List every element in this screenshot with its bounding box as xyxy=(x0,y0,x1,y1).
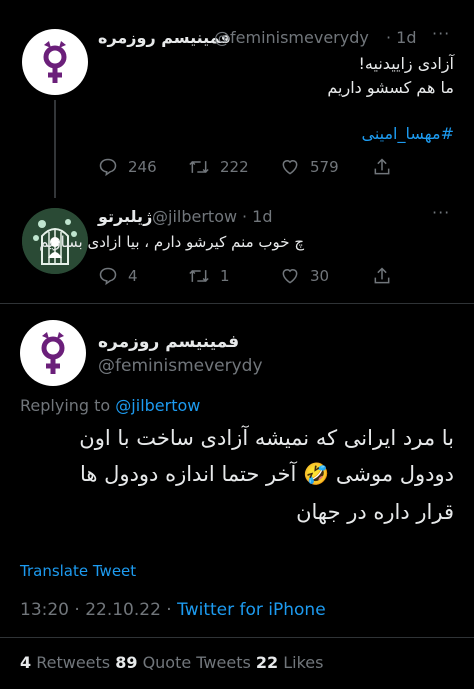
tweet1-author-name[interactable]: فمینیسم روزمره xyxy=(98,28,231,47)
divider xyxy=(0,637,474,638)
tweet1-hashtag[interactable]: #مهسا_امینی xyxy=(361,124,454,143)
main-author-name[interactable]: فمینیسم روزمره xyxy=(98,332,239,352)
tweet1-share-button[interactable] xyxy=(372,157,402,177)
likes-stat[interactable]: 22 Likes xyxy=(256,653,324,672)
main-handle[interactable]: @feminismeverydy xyxy=(98,356,263,376)
feminist-symbol-icon xyxy=(41,332,65,374)
heart-icon xyxy=(282,269,298,284)
likes-label: Likes xyxy=(278,653,324,672)
main-text-line3: قرار داره در جهان xyxy=(296,500,454,524)
source-link[interactable]: Twitter for iPhone xyxy=(177,600,326,620)
retweets-stat[interactable]: 4 Retweets xyxy=(20,653,115,672)
quote-tweets-count: 89 xyxy=(115,653,138,672)
tweet1-retweet-button[interactable]: 222 xyxy=(188,157,249,177)
tweet2-handle[interactable]: @jilbertow xyxy=(152,207,237,226)
reply-icon xyxy=(99,267,117,286)
feminist-symbol-icon xyxy=(43,41,67,83)
divider xyxy=(0,303,474,304)
timestamp-row: 13:20 · 22.10.22 · Twitter for iPhone xyxy=(20,600,326,620)
replying-to: Replying to @jilbertow xyxy=(20,396,200,415)
tweet1-text-line2: ما هم کسشو داریم xyxy=(327,78,454,97)
replying-handle-link[interactable]: @jilbertow xyxy=(115,396,200,415)
retweet-icon xyxy=(189,269,209,283)
tweet1-retweet-count: 222 xyxy=(220,158,249,176)
more-icon[interactable]: ··· xyxy=(432,24,450,43)
tweet1-reply-button[interactable]: 246 xyxy=(98,157,157,177)
reply-icon xyxy=(99,158,117,177)
tweet2-reply-count: 4 xyxy=(128,267,138,285)
tweet1-reply-count: 246 xyxy=(128,158,157,176)
retweets-label: Retweets xyxy=(31,653,116,672)
more-icon[interactable]: ··· xyxy=(432,203,450,222)
replying-prefix: Replying to xyxy=(20,396,116,415)
share-icon xyxy=(374,158,390,175)
tweet2-like-count: 30 xyxy=(310,267,330,285)
timestamp[interactable]: 13:20 · 22.10.22 · xyxy=(20,600,177,620)
main-text-line1: با مرد ایرانی که نمیشه آزادی ساخت با اون xyxy=(79,426,454,450)
quote-tweets-label: Quote Tweets xyxy=(137,653,256,672)
tweet2-time[interactable]: · 1d xyxy=(242,207,273,226)
tweet2-retweet-count: 1 xyxy=(220,267,230,285)
likes-count: 22 xyxy=(255,653,279,672)
tweet2-reply-button[interactable]: 4 xyxy=(98,266,138,286)
tweet2-retweet-button[interactable]: 1 xyxy=(188,266,230,286)
heart-icon xyxy=(282,160,298,175)
tweet2-share-button[interactable] xyxy=(372,266,402,286)
tweet1-time[interactable]: · 1d xyxy=(386,28,417,47)
translate-tweet-link[interactable]: Translate Tweet xyxy=(20,562,136,580)
tweet1-handle[interactable]: @feminismeverydy xyxy=(214,28,369,47)
thread-line xyxy=(54,100,56,198)
retweets-count: 4 xyxy=(20,653,32,672)
main-text-line2: دودول موشی 🤣 آخر حتما اندازه دودول ها xyxy=(80,462,454,486)
tweet1-like-count: 579 xyxy=(310,158,339,176)
tweet1-text-line1: آزادی زاییدنیه! xyxy=(358,54,454,73)
tweet2-like-button[interactable]: 30 xyxy=(280,266,329,286)
tweet2-text: چ خوب منم کیرشو دارم ، بیا ازادی بسازیم xyxy=(39,233,304,251)
avatar-feminismeverydy[interactable] xyxy=(20,320,86,386)
avatar-feminismeverydy[interactable] xyxy=(22,29,88,95)
tweet1-like-button[interactable]: 579 xyxy=(280,157,339,177)
stats-row: 4 Retweets 89 Quote Tweets 22 Likes xyxy=(20,653,323,672)
share-icon xyxy=(374,267,390,284)
tweet2-author-name[interactable]: ژیلبرتو xyxy=(98,207,152,226)
retweet-icon xyxy=(189,160,209,174)
quote-tweets-stat[interactable]: 89 Quote Tweets xyxy=(115,653,256,672)
